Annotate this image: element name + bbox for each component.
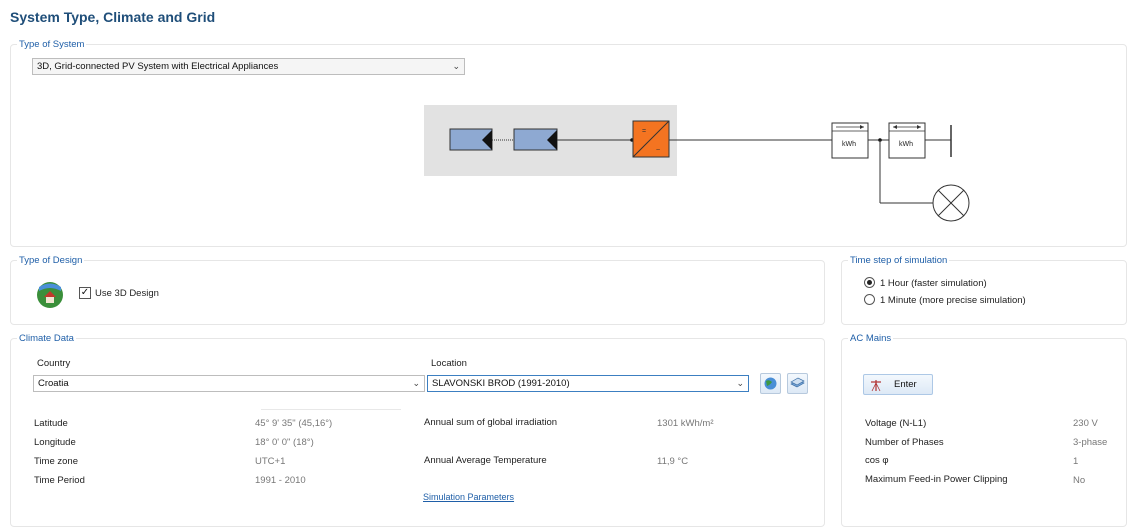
ac-mains-legend: AC Mains (848, 333, 894, 344)
time-zone-label: Time zone (34, 456, 78, 467)
chevron-down-icon: ⌄ (412, 378, 420, 388)
meter-1-label: kWh (842, 141, 856, 148)
use-3d-design-label: Use 3D Design (95, 288, 159, 299)
use-3d-design-checkbox[interactable]: ✓ (79, 287, 91, 299)
climate-data-legend: Climate Data (17, 333, 76, 344)
cos-phi-value: 1 (1073, 456, 1079, 467)
globe-house-icon (37, 282, 63, 308)
time-step-panel: Time step of simulation 1 Hour (faster s… (841, 255, 1127, 325)
type-of-design-legend: Type of Design (17, 255, 85, 266)
inverter-dc-symbol: = (642, 128, 646, 135)
time-step-1-hour-label: 1 Hour (faster simulation) (880, 278, 987, 289)
page-title: System Type, Climate and Grid (10, 9, 216, 25)
map-layers-icon (790, 377, 805, 388)
time-step-1-hour-radio[interactable] (864, 277, 875, 288)
time-period-value: 1991 - 2010 (255, 475, 306, 486)
feed-in-clipping-label: Maximum Feed-in Power Clipping (865, 474, 1008, 485)
time-step-1-minute-label: 1 Minute (more precise simulation) (880, 295, 1026, 306)
time-period-label: Time Period (34, 475, 85, 486)
voltage-value: 230 V (1073, 418, 1098, 429)
irradiation-value: 1301 kWh/m² (657, 418, 714, 429)
longitude-value: 18° 0' 0" (18°) (255, 437, 314, 448)
climate-data-panel: Climate Data Country Croatia ⌄ Location … (10, 333, 825, 527)
feed-in-clipping-value: No (1073, 475, 1086, 486)
temperature-label: Annual Average Temperature (424, 455, 547, 466)
latitude-value: 45° 9' 35" (45,16°) (255, 418, 333, 429)
location-label: Location (431, 358, 467, 369)
inverter-ac-symbol: ~ (656, 147, 660, 154)
simulation-parameters-link[interactable]: Simulation Parameters (423, 492, 514, 502)
system-diagram: = ~ kWh kWh (424, 105, 970, 222)
country-label: Country (37, 358, 71, 369)
irradiation-label: Annual sum of global irradiation (424, 417, 558, 428)
time-step-1-minute-radio[interactable] (864, 294, 875, 305)
country-dropdown[interactable]: Croatia ⌄ (33, 375, 425, 392)
location-value: SLAVONSKI BROD (1991-2010) (432, 378, 570, 389)
meter-2-label: kWh (899, 141, 913, 148)
location-dropdown[interactable]: SLAVONSKI BROD (1991-2010) ⌄ (427, 375, 749, 392)
longitude-label: Longitude (34, 437, 76, 448)
phases-value: 3-phase (1073, 437, 1108, 448)
time-zone-value: UTC+1 (255, 456, 286, 467)
time-step-legend: Time step of simulation (848, 255, 950, 266)
globe-icon (764, 377, 777, 390)
chevron-down-icon: ⌄ (736, 378, 744, 388)
temperature-value: 11,9 °C (657, 456, 689, 467)
voltage-label: Voltage (N-L1) (865, 418, 927, 429)
phases-label: Number of Phases (865, 437, 944, 448)
cos-phi-label: cos φ (865, 455, 889, 466)
type-of-system-panel: Type of System 3D, Grid-connected PV Sys… (10, 39, 1127, 247)
enter-button-label: Enter (894, 379, 917, 390)
type-of-design-panel: Type of Design ✓ Use 3D Design (10, 255, 825, 325)
climate-data-editor-button[interactable] (787, 373, 808, 394)
country-value: Croatia (38, 378, 69, 389)
climate-globe-button[interactable] (760, 373, 781, 394)
enter-button[interactable]: Enter (863, 374, 933, 395)
tower-icon (871, 380, 881, 392)
climate-separator (261, 409, 401, 410)
ac-mains-panel: AC Mains Enter Voltage (N-L1) 230 V Numb… (841, 333, 1127, 527)
latitude-label: Latitude (34, 418, 68, 429)
